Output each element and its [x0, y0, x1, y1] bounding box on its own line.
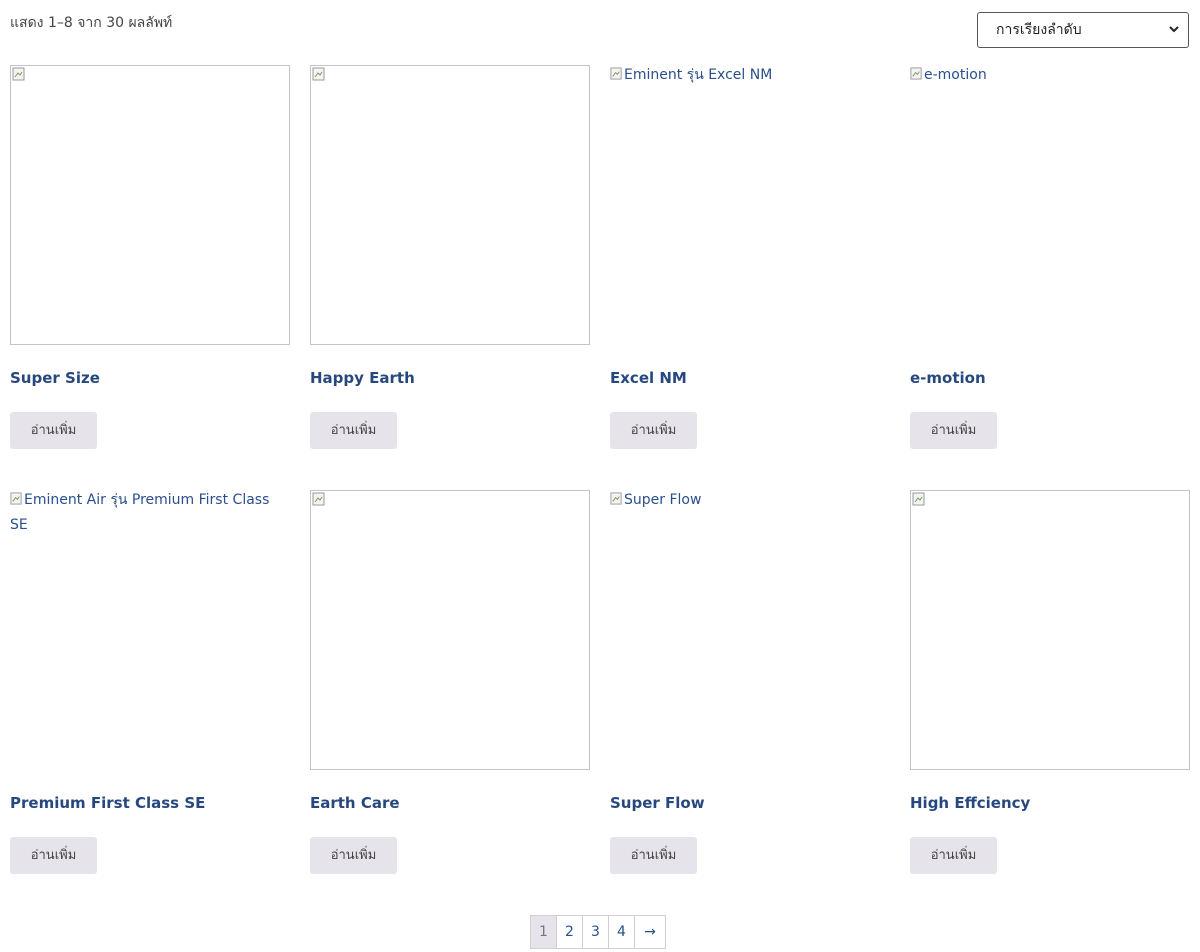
product-card: Super Size อ่านเพิ่ม — [10, 65, 290, 449]
product-card: Earth Care อ่านเพิ่ม — [310, 490, 590, 874]
page-4-link[interactable]: 4 — [609, 916, 635, 948]
page-3-link[interactable]: 3 — [583, 916, 609, 948]
read-more-button[interactable]: อ่านเพิ่ม — [610, 837, 697, 874]
product-image[interactable] — [10, 65, 290, 345]
read-more-button[interactable]: อ่านเพิ่ม — [310, 837, 397, 874]
broken-image-icon — [312, 492, 325, 506]
product-title[interactable]: e-motion — [910, 369, 986, 387]
product-card: e-motion e-motion อ่านเพิ่ม — [910, 63, 1190, 449]
ordering-selected-value: การเรียงลำดับ — [996, 22, 1082, 38]
image-alt-text: Eminent Air รุ่น Premium First Class SE — [10, 492, 270, 533]
product-card: Happy Earth อ่านเพิ่ม — [310, 65, 590, 449]
image-alt-text: Super Flow — [624, 492, 702, 508]
chevron-down-icon — [1168, 13, 1180, 60]
product-card: Super Flow Super Flow อ่านเพิ่ม — [610, 488, 890, 874]
product-image[interactable] — [310, 65, 590, 345]
product-image[interactable]: Eminent รุ่น Excel NM — [610, 63, 890, 343]
broken-image-icon — [610, 492, 622, 505]
read-more-button[interactable]: อ่านเพิ่ม — [10, 837, 97, 874]
broken-image-icon — [610, 67, 622, 80]
broken-image-icon — [910, 67, 922, 80]
image-alt-text: e-motion — [924, 67, 987, 83]
read-more-button[interactable]: อ่านเพิ่ม — [610, 412, 697, 449]
read-more-button[interactable]: อ่านเพิ่ม — [310, 412, 397, 449]
broken-image-icon — [312, 67, 325, 81]
result-count: แสดง 1–8 จาก 30 ผลลัพท์ — [10, 15, 173, 31]
product-title[interactable]: Premium First Class SE — [10, 794, 205, 812]
broken-image-icon — [912, 492, 925, 506]
product-title[interactable]: Excel NM — [610, 369, 687, 387]
page-1-current: 1 — [531, 916, 557, 948]
product-image[interactable] — [310, 490, 590, 770]
product-title[interactable]: Super Size — [10, 369, 100, 387]
product-image[interactable]: Eminent Air รุ่น Premium First Class SE — [10, 488, 290, 768]
product-image[interactable] — [910, 490, 1190, 770]
read-more-button[interactable]: อ่านเพิ่ม — [910, 412, 997, 449]
next-page-arrow-icon[interactable]: → — [635, 916, 665, 948]
product-title[interactable]: Super Flow — [610, 794, 705, 812]
ordering-select[interactable]: การเรียงลำดับ — [977, 12, 1189, 48]
broken-image-icon — [10, 492, 22, 505]
page-2-link[interactable]: 2 — [557, 916, 583, 948]
read-more-button[interactable]: อ่านเพิ่ม — [910, 837, 997, 874]
broken-image-icon — [12, 67, 25, 81]
product-card: High Effciency อ่านเพิ่ม — [910, 490, 1190, 874]
product-image[interactable]: Super Flow — [610, 488, 890, 768]
product-title[interactable]: High Effciency — [910, 794, 1030, 812]
product-title[interactable]: Happy Earth — [310, 369, 415, 387]
pagination: 1 2 3 4 → — [530, 915, 666, 949]
product-card: Eminent Air รุ่น Premium First Class SE … — [10, 488, 290, 874]
product-title[interactable]: Earth Care — [310, 794, 400, 812]
image-alt-text: Eminent รุ่น Excel NM — [624, 67, 773, 83]
read-more-button[interactable]: อ่านเพิ่ม — [10, 412, 97, 449]
product-card: Eminent รุ่น Excel NM Excel NM อ่านเพิ่ม — [610, 63, 890, 449]
product-image[interactable]: e-motion — [910, 63, 1190, 343]
